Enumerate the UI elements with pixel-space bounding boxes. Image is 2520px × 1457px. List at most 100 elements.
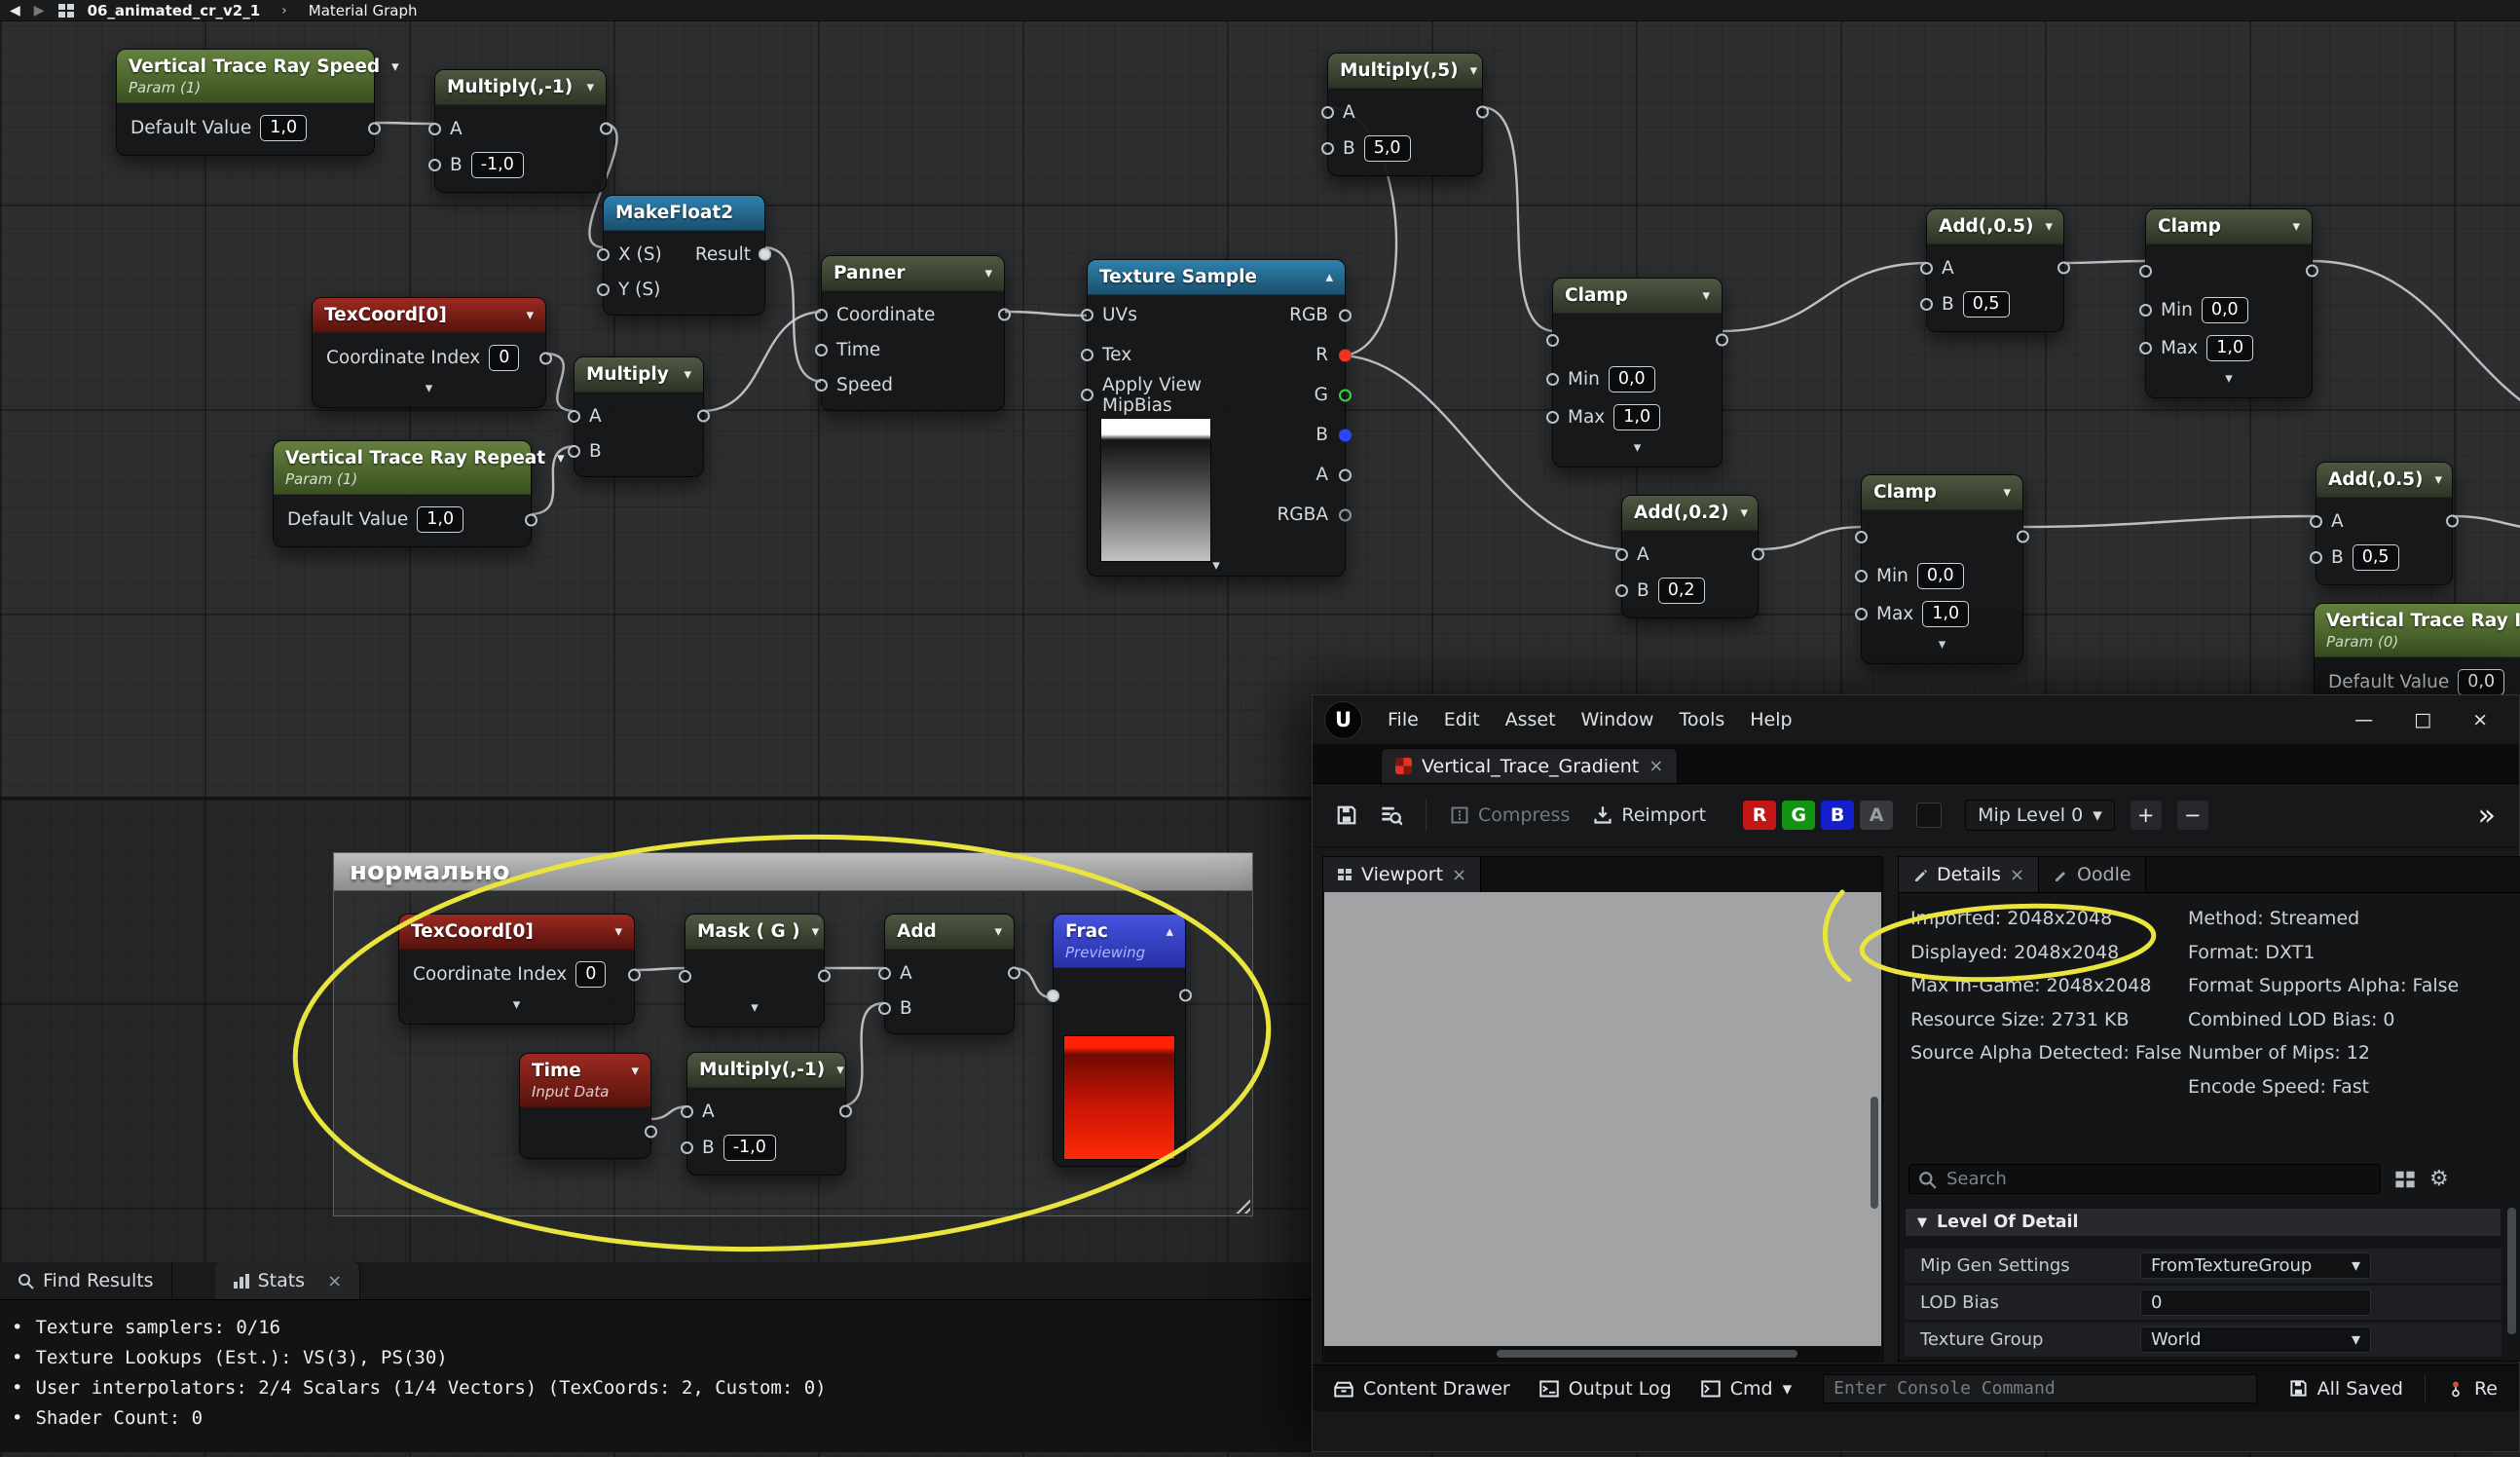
menu-edit[interactable]: Edit xyxy=(1432,703,1492,736)
toolbar-overflow-button[interactable]: » xyxy=(2478,799,2503,833)
input-pin-b[interactable] xyxy=(681,1141,693,1154)
chevron-down-icon[interactable]: ▾ xyxy=(982,922,1002,940)
input-pin[interactable] xyxy=(2139,265,2152,278)
max-value-field[interactable]: 1,0 xyxy=(2206,335,2253,361)
close-icon[interactable]: × xyxy=(1649,756,1663,776)
expand-chevron-icon[interactable]: ▾ xyxy=(1553,436,1722,459)
input-pin-b[interactable] xyxy=(2310,551,2322,564)
mip-level-dropdown[interactable]: Mip Level 0 ▾ xyxy=(1965,800,2115,831)
b-value-field[interactable]: 0,5 xyxy=(2353,544,2399,571)
close-icon[interactable]: × xyxy=(327,1271,342,1291)
rgba-output-pin[interactable] xyxy=(1339,508,1352,521)
node-header[interactable]: Multiply▾ xyxy=(574,357,703,392)
reimport-button[interactable]: Reimport xyxy=(1585,799,1714,832)
expand-chevron-icon[interactable]: ▾ xyxy=(399,993,634,1016)
output-pin[interactable] xyxy=(600,123,612,135)
chevron-down-icon[interactable]: ▾ xyxy=(1690,286,1710,304)
input-pin-a[interactable] xyxy=(681,1105,693,1118)
content-browser-icon[interactable] xyxy=(58,4,74,18)
menu-help[interactable]: Help xyxy=(1738,703,1803,736)
collapse-triangle-icon[interactable]: ▼ xyxy=(1917,1215,1927,1230)
expand-chevron-icon[interactable]: ▾ xyxy=(2146,367,2312,390)
tab-details[interactable]: Details × xyxy=(1899,857,2039,892)
comment-title[interactable]: нормально xyxy=(334,853,1252,891)
time-input-pin[interactable] xyxy=(815,344,828,356)
chevron-down-icon[interactable]: ▾ xyxy=(380,57,399,75)
node-header[interactable]: Texture Sample▴ xyxy=(1088,260,1345,295)
minimize-button[interactable]: — xyxy=(2354,709,2373,730)
node-header[interactable]: Clamp▾ xyxy=(2146,209,2312,244)
collapse-chevron-icon[interactable]: ▴ xyxy=(1154,922,1173,940)
collapse-chevron-icon[interactable]: ▴ xyxy=(1314,268,1333,285)
output-pin[interactable] xyxy=(2306,265,2318,278)
node-header[interactable]: Add(,0.5)▾ xyxy=(2316,463,2452,498)
node-header[interactable]: Add(,0.5)▾ xyxy=(1927,209,2063,244)
b-value-field[interactable]: -1,0 xyxy=(471,152,524,178)
input-pin-b[interactable] xyxy=(428,159,441,171)
tab-find-results[interactable]: Find Results xyxy=(0,1262,172,1299)
b-value-field[interactable]: 0,5 xyxy=(1963,291,2010,318)
min-input-pin[interactable] xyxy=(1546,373,1559,386)
input-pin-a[interactable] xyxy=(1615,548,1628,561)
viewport-horizontal-scrollbar[interactable] xyxy=(1324,1347,1881,1360)
node-multiply-neg1-top[interactable]: Multiply(,-1)▾ A B-1,0 xyxy=(434,69,607,193)
input-pin-a[interactable] xyxy=(1920,262,1933,275)
all-saved-status[interactable]: All Saved xyxy=(2278,1372,2415,1405)
input-pin-a[interactable] xyxy=(428,123,441,135)
min-value-field[interactable]: 0,0 xyxy=(2202,297,2248,323)
output-pin[interactable] xyxy=(839,1105,852,1118)
chevron-down-icon[interactable]: ▾ xyxy=(1729,504,1749,521)
node-multiply-5[interactable]: Multiply(,5)▾ A B5,0 xyxy=(1327,53,1483,176)
min-value-field[interactable]: 0,0 xyxy=(1917,563,1964,589)
output-log-button[interactable]: Output Log xyxy=(1528,1372,1684,1405)
input-pin-a[interactable] xyxy=(878,967,891,980)
search-box[interactable] xyxy=(1909,1164,2381,1194)
uvs-input-pin[interactable] xyxy=(1081,309,1093,321)
chevron-down-icon[interactable]: ▾ xyxy=(514,306,534,323)
coordinate-index-field[interactable]: 0 xyxy=(575,961,606,988)
tab-vertical-trace-gradient[interactable]: Vertical_Trace_Gradient × xyxy=(1381,748,1678,783)
output-pin[interactable] xyxy=(628,968,641,981)
output-pin[interactable] xyxy=(1752,548,1764,561)
display-filter-icon[interactable] xyxy=(2394,1170,2416,1189)
node-header[interactable]: Mask ( G )▾ xyxy=(686,915,824,950)
input-pin[interactable] xyxy=(1855,531,1868,543)
node-header[interactable]: Multiply(,-1)▾ xyxy=(435,70,606,105)
search-input[interactable] xyxy=(1945,1166,2376,1192)
texture-group-dropdown[interactable]: World▾ xyxy=(2140,1326,2371,1353)
cmd-dropdown[interactable]: Cmd ▾ xyxy=(1689,1372,1803,1405)
min-input-pin[interactable] xyxy=(1855,570,1868,582)
b-value-field[interactable]: 0,2 xyxy=(1658,578,1705,604)
green-channel-button[interactable]: G xyxy=(1782,801,1815,830)
chevron-down-icon[interactable]: ▾ xyxy=(1991,483,2011,501)
node-time[interactable]: Time▾ Input Data xyxy=(519,1053,651,1159)
menu-file[interactable]: File xyxy=(1376,703,1430,736)
node-clamp-1[interactable]: Clamp▾ Min0,0 Max1,0 ▾ xyxy=(1552,278,1723,467)
node-header[interactable]: Vertical Trace Ray Intens Param (0) xyxy=(2315,604,2520,657)
input-pin-b[interactable] xyxy=(878,1002,891,1015)
output-pin[interactable] xyxy=(1716,334,1728,347)
default-value-field[interactable]: 1,0 xyxy=(417,506,463,533)
chevron-down-icon[interactable]: ▾ xyxy=(825,1061,844,1078)
max-value-field[interactable]: 1,0 xyxy=(1613,404,1660,430)
node-header[interactable]: Time▾ Input Data xyxy=(520,1054,650,1107)
max-input-pin[interactable] xyxy=(2139,342,2152,355)
output-pin[interactable] xyxy=(645,1126,657,1139)
node-vertical-trace-ray-repeat[interactable]: Vertical Trace Ray Repeat▾ Param (1) Def… xyxy=(273,440,532,547)
node-header[interactable]: Add(,0.2)▾ xyxy=(1622,496,1758,531)
node-texture-sample[interactable]: Texture Sample▴ UVs Tex Apply View MipBi… xyxy=(1087,259,1346,577)
chevron-down-icon[interactable]: ▾ xyxy=(603,922,622,940)
close-icon[interactable]: × xyxy=(1452,865,1466,885)
comment-resize-handle[interactable] xyxy=(1231,1194,1250,1214)
mip-plus-button[interactable]: + xyxy=(2131,801,2162,830)
input-pin[interactable] xyxy=(1546,334,1559,347)
b-value-field[interactable]: 5,0 xyxy=(1364,135,1411,162)
maximize-button[interactable]: □ xyxy=(2414,709,2431,730)
console-command-box[interactable] xyxy=(1823,1374,2257,1403)
details-scrollbar[interactable] xyxy=(2507,1208,2516,1334)
result-output-pin[interactable] xyxy=(759,248,771,261)
default-value-field[interactable]: 0,0 xyxy=(2458,669,2504,695)
node-multiply-neg1-comment[interactable]: Multiply(,-1)▾ A B-1,0 xyxy=(686,1052,846,1176)
output-pin[interactable] xyxy=(2446,515,2459,528)
alpha-channel-button[interactable]: A xyxy=(1860,801,1893,830)
